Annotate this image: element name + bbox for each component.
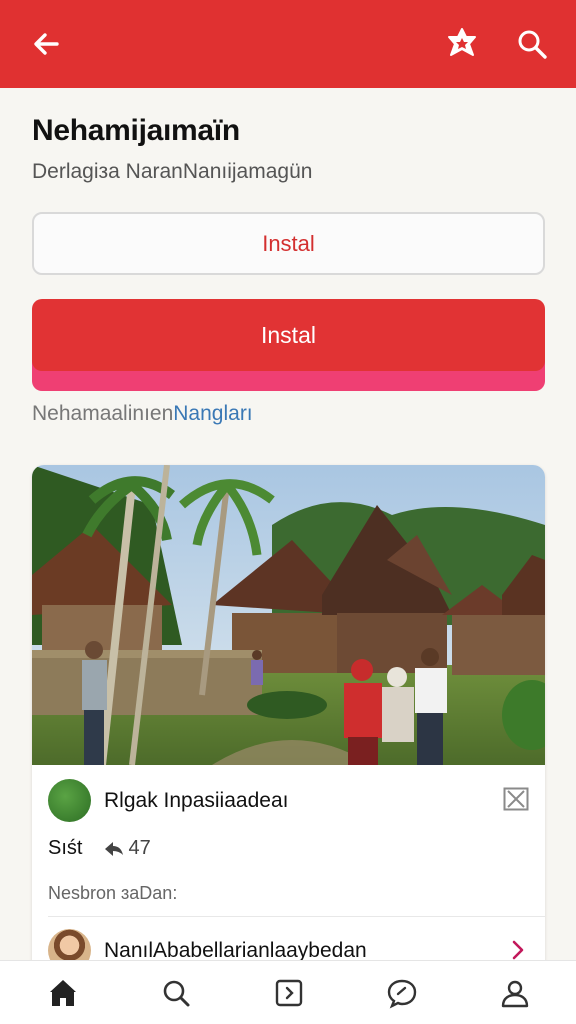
play-square-icon <box>275 979 303 1006</box>
back-button[interactable] <box>28 26 64 62</box>
stats-label: Sıśt <box>48 837 83 859</box>
page-title: Nehamijaımaïn <box>32 114 240 147</box>
favorite-button[interactable] <box>444 26 480 62</box>
arrow-left-icon <box>34 33 59 55</box>
search-icon <box>163 980 190 1006</box>
install-primary-group: Instal <box>32 299 545 391</box>
search-button[interactable] <box>514 26 550 62</box>
developer-link[interactable]: NehamaalinıenNangları <box>32 402 253 426</box>
app-bar <box>0 0 576 88</box>
bottom-nav <box>0 960 576 1024</box>
post-card: Rlgak Inpasiiaadeaı Sıśt 47 Nesbron ɜaDa… <box>32 465 545 960</box>
card-row-author[interactable]: Rlgak Inpasiiaadeaı <box>48 779 288 822</box>
chevron-right-icon[interactable] <box>509 939 527 960</box>
content: Nehamijaımaïn Derlagiза NaranNanıijamagü… <box>0 88 576 960</box>
nav-play[interactable] <box>272 976 306 1010</box>
avatar <box>48 929 91 960</box>
author-thumbnail <box>48 779 91 822</box>
home-icon <box>50 979 76 1006</box>
install-primary-button[interactable]: Instal <box>32 299 545 371</box>
install-outline-button[interactable]: Instal <box>32 212 545 275</box>
close-box-icon[interactable] <box>503 787 529 811</box>
developer-link-accent: Nangları <box>173 402 253 425</box>
nav-chat[interactable] <box>385 976 419 1010</box>
nav-search[interactable] <box>159 976 193 1010</box>
reply-count[interactable]: 47 <box>104 837 151 860</box>
village-photo[interactable] <box>32 465 545 765</box>
nav-profile[interactable] <box>498 976 532 1010</box>
stats-row: Sıśt 47 <box>48 837 151 860</box>
author-label: Rlgak Inpasiiaadeaı <box>104 788 289 812</box>
page-subtitle: Derlagiза NaranNanıijamagün <box>32 160 313 183</box>
comment-label: NanılAbabellarianlaaybedan <box>104 938 367 961</box>
profile-icon <box>501 980 529 1007</box>
search-icon <box>518 30 547 59</box>
developer-link-plain: Nehamaalinıen <box>32 402 174 425</box>
chat-icon <box>387 979 417 1008</box>
nav-home[interactable] <box>46 976 80 1010</box>
reply-count-value: 47 <box>128 837 151 859</box>
meta-text: Nesbron ɜaDan: <box>48 883 178 903</box>
card-row-comment[interactable]: NanılAbabellarianlaaybedan <box>48 929 367 960</box>
reply-arrow-icon <box>105 841 124 856</box>
star-badge-icon <box>448 28 476 56</box>
divider <box>48 916 545 917</box>
